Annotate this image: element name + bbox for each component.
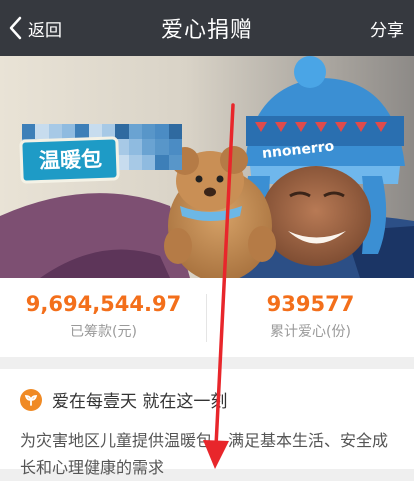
- mosaic-cell: [35, 124, 49, 140]
- mosaic-cell: [22, 124, 36, 140]
- banner-image: nnonerro 温暖包: [0, 56, 414, 278]
- description-title: 爱在每壹天 就在这一刻: [52, 392, 228, 412]
- nav-bar: 返回 爱心捐赠 分享: [0, 0, 414, 56]
- mosaic-cell: [168, 139, 182, 155]
- mosaic-cell: [128, 139, 142, 155]
- mosaic-cell: [128, 124, 142, 140]
- stat-donors: 939577 累计爱心(份): [207, 278, 414, 341]
- page-title: 爱心捐赠: [160, 18, 253, 43]
- mosaic-cell: [168, 154, 182, 170]
- mosaic-cell: [155, 154, 169, 170]
- raised-label: 已筹款(元): [70, 324, 137, 340]
- mosaic-cell: [168, 124, 182, 140]
- raised-amount: 9,694,544.97: [25, 292, 182, 316]
- mosaic-cell: [155, 124, 169, 140]
- donors-label: 累计爱心(份): [270, 324, 351, 340]
- mosaic-cell: [115, 124, 129, 140]
- description-header: 爱在每壹天 就在这一刻: [20, 387, 227, 412]
- mosaic-cell: [141, 139, 156, 155]
- campaign-description: 爱在每壹天 就在这一刻 为灾害地区儿童提供温暖包，满足基本生活、安全成长和心理健…: [0, 369, 414, 477]
- mosaic-cell: [155, 139, 169, 155]
- mosaic-cell: [48, 124, 62, 140]
- mosaic-cell: [141, 154, 156, 170]
- donation-stats: 9,694,544.97 已筹款(元) 939577 累计爱心(份): [0, 278, 414, 357]
- donors-count: 939577: [266, 292, 355, 316]
- section-gap: [0, 357, 414, 369]
- stat-raised: 9,694,544.97 已筹款(元): [0, 278, 207, 341]
- leaf-icon: [20, 388, 42, 411]
- share-button[interactable]: 分享: [370, 16, 404, 41]
- mosaic-cell: [128, 154, 142, 170]
- campaign-tag: 温暖包: [19, 136, 120, 184]
- mosaic-cell: [141, 124, 156, 140]
- description-body: 为灾害地区儿童提供温暖包，满足基本生活、安全成长和心理健康的需求: [20, 431, 389, 477]
